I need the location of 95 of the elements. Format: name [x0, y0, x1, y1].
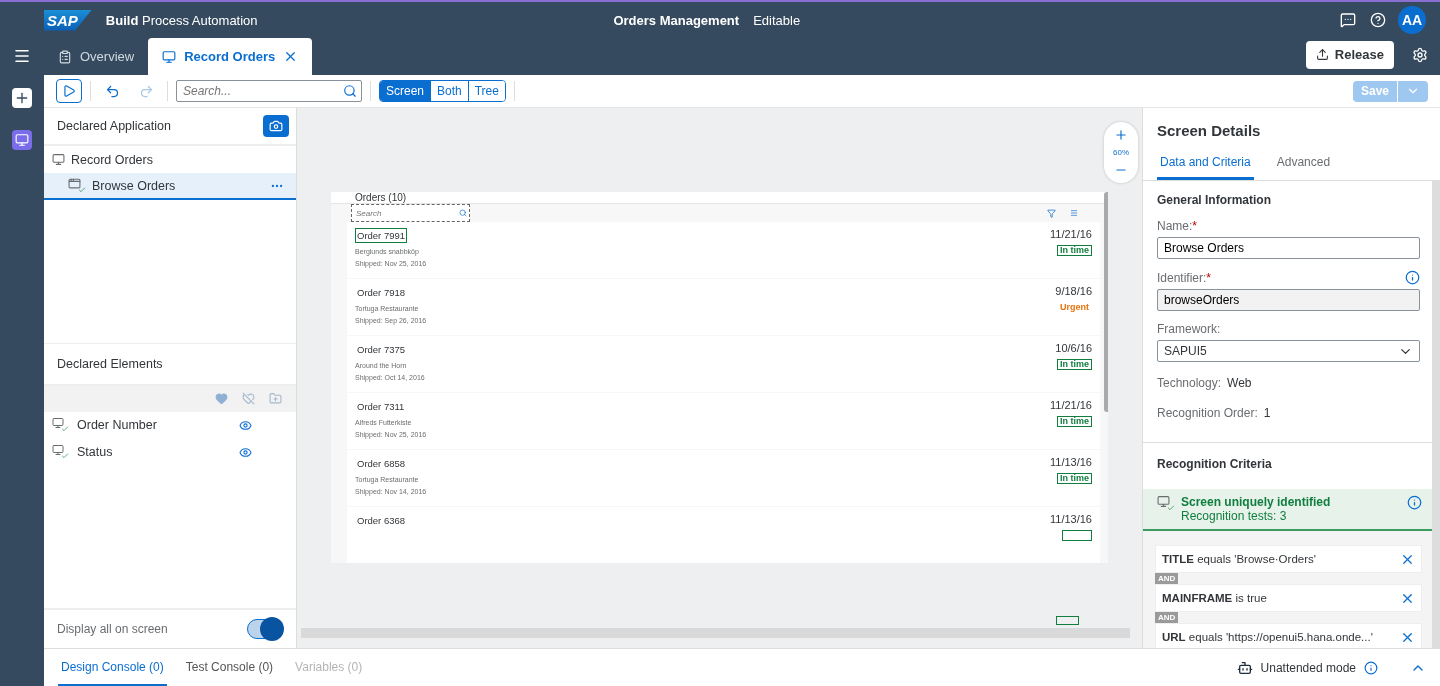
robot-icon: [1236, 659, 1253, 676]
order-date: 11/13/16: [1050, 456, 1092, 468]
element-check-icon: [52, 444, 69, 460]
rule-text: MAINFRAME is true: [1162, 592, 1267, 604]
order-status: In time: [1057, 416, 1092, 427]
order-number: Order 6858: [356, 457, 407, 471]
console-tab[interactable]: Test Console (0): [182, 649, 277, 686]
order-date: 9/18/16: [1055, 285, 1092, 297]
rule-text: TITLE equals 'Browse·Orders': [1162, 553, 1316, 565]
product-name: Build Process Automation: [105, 12, 258, 28]
order-number: Order 7918: [356, 286, 407, 300]
status-title: Screen uniquely identified: [1181, 495, 1332, 509]
rule-text: URL equals 'https://openui5.hana.onde...': [1162, 631, 1373, 643]
order-status: In time: [1057, 473, 1092, 484]
plus-icon: [1114, 128, 1128, 142]
highlight-frame: [1056, 616, 1079, 625]
upload-icon: [1315, 48, 1329, 61]
order-number: Order 6368: [356, 514, 407, 528]
clipboard-icon: [58, 49, 72, 64]
order-status: In time: [1057, 245, 1092, 256]
help-icon[interactable]: [1370, 12, 1386, 28]
info-icon[interactable]: [1364, 660, 1378, 675]
redo-icon: [138, 83, 154, 99]
element-item[interactable]: Status: [44, 438, 296, 466]
capture-button[interactable]: [263, 115, 289, 137]
name-field[interactable]: Browse Orders: [1157, 237, 1420, 259]
search-icon[interactable]: [459, 209, 467, 217]
mode-label: Unattended mode: [1260, 660, 1356, 675]
field-value: Web: [1227, 376, 1252, 390]
toggle-label: Display all on screen: [57, 622, 168, 636]
camera-icon: [269, 119, 283, 133]
document-tab[interactable]: Overview: [44, 38, 149, 75]
section-title: Declared Application: [57, 119, 171, 133]
search-icon[interactable]: [343, 84, 357, 98]
switch-knob[interactable]: [260, 617, 284, 641]
info-icon[interactable]: [1405, 270, 1420, 285]
identifier-field[interactable]: browseOrders: [1157, 289, 1420, 311]
status-subtitle: Recognition tests: 3: [1181, 509, 1288, 523]
section-title: General Information: [1157, 193, 1273, 207]
search-field[interactable]: Search...: [176, 80, 362, 102]
play-icon: [62, 84, 76, 98]
monitor-icon: [52, 153, 65, 166]
settings-icon[interactable]: [1412, 46, 1428, 63]
eye-icon[interactable]: [239, 418, 252, 432]
field-label: Framework:: [1157, 322, 1221, 336]
and-tag: AND: [1155, 573, 1179, 584]
and-tag: AND: [1155, 612, 1179, 623]
order-number: Order 7311: [356, 400, 406, 414]
document-tab[interactable]: Record Orders: [148, 38, 313, 75]
window-check-icon: [68, 177, 86, 194]
zoom-level[interactable]: 60%: [1113, 148, 1129, 157]
screen-icon[interactable]: [12, 130, 32, 150]
display-switch[interactable]: [247, 619, 283, 639]
order-date: 11/21/16: [1050, 399, 1092, 411]
panel-title: Screen Details: [1157, 122, 1262, 139]
eye-icon[interactable]: [239, 445, 252, 459]
field-label: Identifier:*: [1157, 270, 1212, 285]
order-status: In time: [1057, 359, 1092, 370]
framework-select[interactable]: SAPUI5: [1157, 340, 1420, 362]
tree-item[interactable]: Browse Orders: [44, 173, 296, 200]
view-toggle[interactable]: Screen: [380, 81, 431, 101]
user-avatar[interactable]: AA: [1398, 6, 1426, 34]
scrollbar[interactable]: [1432, 181, 1440, 648]
project-title: Orders Management: [613, 12, 740, 28]
release-button[interactable]: Release: [1305, 40, 1394, 69]
mode-label: Editable: [753, 12, 801, 28]
section-title: Recognition Criteria: [1157, 457, 1273, 471]
order-status: Urgent: [1059, 302, 1090, 313]
add-icon[interactable]: [12, 88, 32, 108]
order-date: 11/13/16: [1050, 513, 1092, 525]
order-date: 10/6/16: [1055, 342, 1092, 354]
field-label: Name:*: [1157, 219, 1197, 233]
order-item[interactable]: Order 6368 11/13/16: [347, 507, 1100, 563]
field-value: 1: [1263, 406, 1271, 420]
details-tab[interactable]: Advanced: [1273, 151, 1334, 180]
undo-icon: [104, 83, 120, 99]
info-icon[interactable]: [1407, 495, 1422, 510]
order-date: 11/21/16: [1050, 228, 1092, 240]
field-label: Technology:: [1157, 376, 1222, 390]
console-tab[interactable]: Design Console (0): [58, 649, 167, 686]
filter-icon[interactable]: [1047, 208, 1056, 218]
section-title: Declared Elements: [57, 356, 163, 371]
view-toggle[interactable]: Tree: [467, 81, 505, 101]
feedback-icon[interactable]: [1340, 12, 1356, 28]
screens-check-icon: [1157, 495, 1175, 512]
element-check-icon: [52, 417, 69, 433]
preview-search-field[interactable]: Search: [351, 204, 470, 222]
monitor-icon: [162, 49, 177, 64]
logo: SAP: [44, 9, 92, 31]
order-number: Order 7375: [356, 343, 407, 357]
list-title: Orders (10): [355, 192, 407, 203]
element-item[interactable]: Order Number: [44, 411, 296, 439]
play-button[interactable]: [56, 79, 82, 103]
field-label: Recognition Order:: [1157, 406, 1258, 420]
order-number: Order 7991: [355, 228, 408, 243]
